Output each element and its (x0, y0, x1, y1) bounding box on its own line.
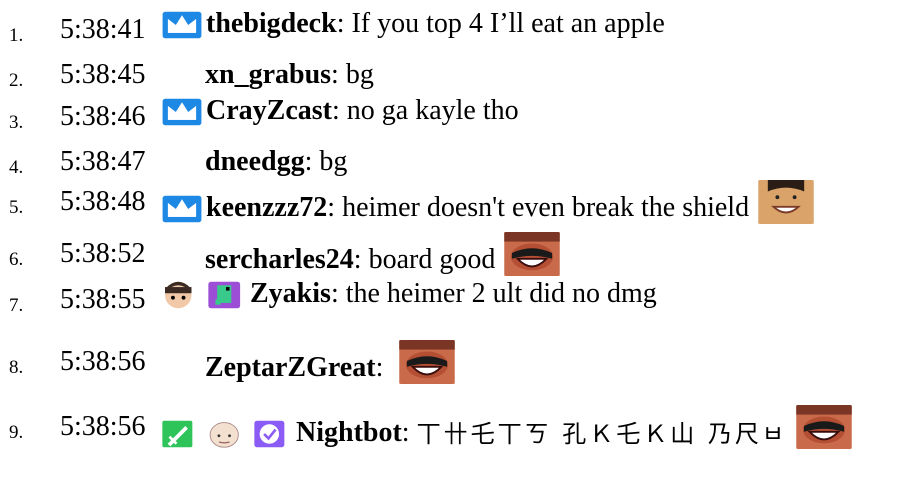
chat-username[interactable]: xn_grabus (205, 59, 331, 91)
chat-username[interactable]: Zyakis (250, 278, 331, 310)
message-text: the heimer 2 ult did no dmg (345, 278, 657, 309)
crown-badge-icon (162, 11, 202, 39)
username-separator: : (336, 8, 352, 39)
message-content: sercharles24: board good (205, 232, 561, 276)
sword-badge-icon (162, 420, 193, 448)
username-separator: : (331, 95, 347, 126)
chat-username[interactable]: ZeptarZGreat (205, 352, 376, 384)
message-timestamp: 5:38:56 (60, 346, 146, 377)
laughing-man-emote-icon (796, 405, 852, 449)
message-content: thebigdeck: If you top 4 I’ll eat an app… (160, 8, 665, 40)
chat-username[interactable]: Nightbot (296, 417, 402, 449)
message-content: dneedgg: bg (205, 146, 347, 178)
message-text: bg (345, 59, 374, 90)
message-content: Zyakis: the heimer 2 ult did no dmg (158, 278, 657, 310)
chat-username[interactable]: sercharles24 (205, 244, 354, 276)
username-separator: : (304, 146, 320, 177)
avatar-badge-icon (165, 281, 192, 309)
message-text: 丅卄乇丅ㄎ 孔Ｋ乇Ｋ山 乃尺ㅂ (416, 420, 787, 448)
message-timestamp: 5:38:48 (60, 186, 146, 217)
message-timestamp: 5:38:55 (60, 284, 146, 315)
message-timestamp: 5:38:52 (60, 238, 146, 269)
message-text: If you top 4 I’ll eat an apple (351, 8, 665, 39)
chat-message-row: 7. 5:38:55 Zyakis: the heimer 2 ult did no… (0, 278, 902, 318)
message-text: bg (319, 146, 348, 177)
message-number: 5. (9, 197, 24, 218)
message-number: 4. (9, 157, 24, 178)
chat-message-row: 9. 5:38:56 Nightbot: 丅卄乇丅ㄎ 孔Ｋ乇Ｋ山 乃尺ㅂ (0, 405, 902, 449)
chat-message-row: 2. 5:38:45 xn_grabus: bg (0, 53, 902, 93)
laughing-man-emote-icon (504, 232, 561, 276)
message-number: 6. (9, 249, 24, 270)
message-timestamp: 5:38:46 (60, 101, 146, 132)
chat-message-row: 1. 5:38:41 thebigdeck: If you top 4 I’ll e… (0, 8, 902, 48)
username-separator: : (401, 417, 417, 448)
message-text: board good (368, 244, 496, 275)
chat-username[interactable]: thebigdeck (206, 8, 337, 40)
username-separator: : (330, 278, 346, 309)
message-content: xn_grabus: bg (205, 59, 374, 91)
crown-badge-icon (162, 98, 202, 126)
message-text: heimer doesn't even break the shield (342, 192, 750, 223)
message-timestamp: 5:38:56 (60, 411, 146, 442)
username-separator: : (353, 244, 369, 275)
chat-message-row: 6. 5:38:52 sercharles24: board good (0, 232, 902, 276)
message-timestamp: 5:38:47 (60, 146, 146, 177)
message-number: 9. (9, 422, 24, 443)
message-number: 7. (9, 295, 24, 316)
message-number: 1. (9, 25, 24, 46)
username-separator: : (375, 352, 391, 383)
message-timestamp: 5:38:45 (60, 59, 146, 90)
chat-message-row: 5. 5:38:48 keenzzz72: heimer doesn't even … (0, 180, 902, 224)
verified-badge-icon (254, 420, 285, 448)
chat-username[interactable]: dneedgg (205, 146, 305, 178)
dino-badge-icon (208, 281, 241, 309)
username-separator: : (327, 192, 343, 223)
message-content: CrayZcast: no ga kayle tho (160, 95, 519, 127)
message-number: 2. (9, 70, 24, 91)
chat-username[interactable]: CrayZcast (206, 95, 332, 127)
chat-message-row: 8. 5:38:56 ZeptarZGreat: (0, 340, 902, 384)
message-content: keenzzz72: heimer doesn't even break the… (160, 180, 815, 224)
smiling-face-emote-icon (758, 180, 814, 224)
message-content: Nightbot: 丅卄乇丅ㄎ 孔Ｋ乇Ｋ山 乃尺ㅂ (158, 405, 853, 449)
chat-message-row: 3. 5:38:46 CrayZcast: no ga kayle tho (0, 95, 902, 135)
message-number: 8. (9, 357, 24, 378)
chat-message-row: 4. 5:38:47 dneedgg: bg (0, 140, 902, 180)
message-timestamp: 5:38:41 (60, 14, 146, 45)
chat-username[interactable]: keenzzz72 (206, 192, 327, 224)
chat-log: 1. 5:38:41 thebigdeck: If you top 4 I’ll e… (0, 0, 902, 482)
message-content: ZeptarZGreat: (205, 340, 456, 384)
laughing-man-emote-icon (399, 340, 456, 384)
crown-badge-icon (162, 195, 202, 223)
message-text: no ga kayle tho (346, 95, 519, 126)
bald-badge-icon (209, 422, 239, 448)
message-number: 3. (9, 112, 24, 133)
username-separator: : (331, 59, 346, 90)
